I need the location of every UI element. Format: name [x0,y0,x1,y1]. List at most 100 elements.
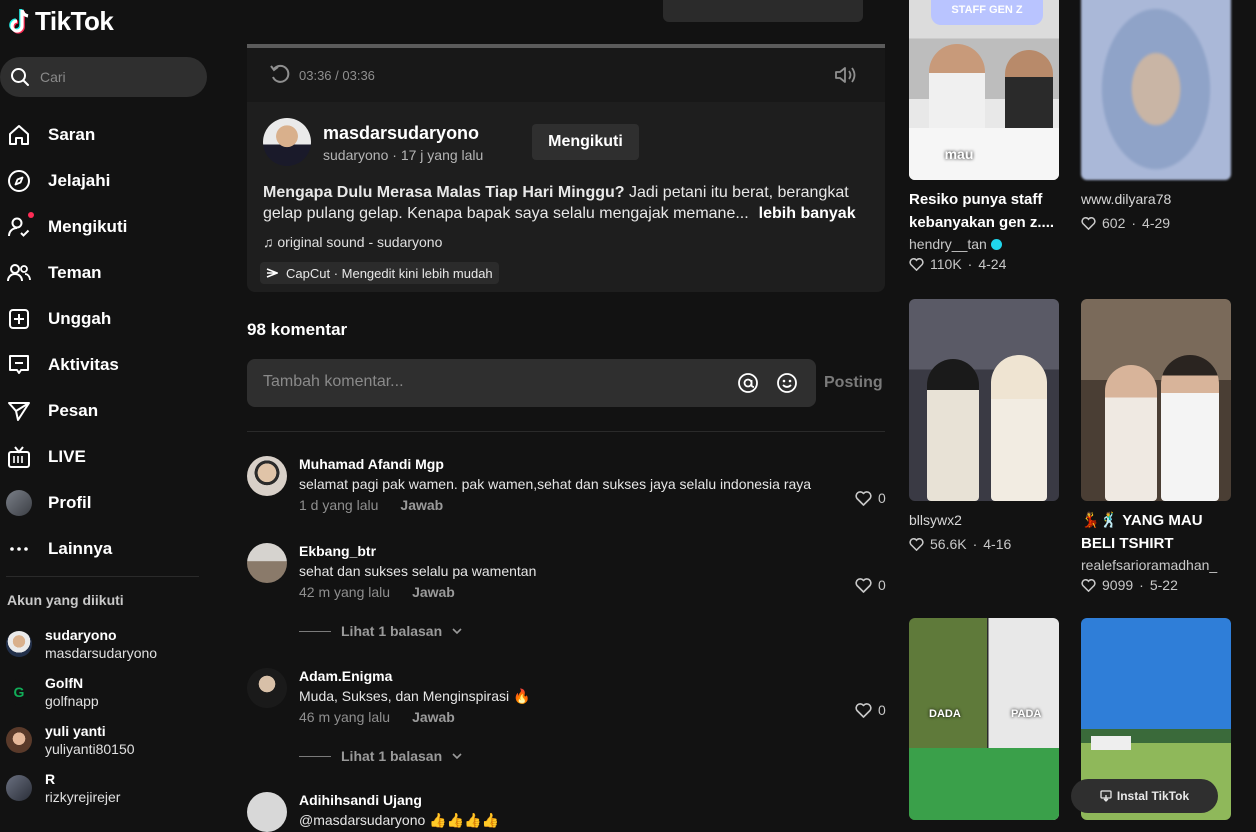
comment-like[interactable]: 0 [855,702,886,718]
thumbnail-overlay-badge: RESIKO PUNYA STAFF GEN Z [931,0,1043,25]
replay-icon[interactable] [269,63,291,85]
heart-icon [855,490,872,506]
see-more-link[interactable]: lebih banyak [759,205,856,222]
search-input[interactable] [40,69,190,85]
reply-button[interactable]: Jawab [412,584,455,600]
nav-label: LIVE [48,447,86,466]
view-replies-link[interactable]: Lihat 1 balasan [299,748,462,764]
video-card[interactable]: bllsywx2 56.6K · 4-16 [909,299,1059,552]
video-title: 💃🕺 YANG MAU BELI TSHIRT YANG... [1081,512,1203,552]
nav-item-lainnya[interactable]: Lainnya [6,526,127,572]
commenter-avatar[interactable] [247,543,287,583]
video-stats: 602 · 4-29 [1081,215,1231,231]
commenter-avatar[interactable] [247,668,287,708]
nav-item-live[interactable]: LIVE [6,434,127,480]
comment-time: 1 d yang lalu [299,497,379,513]
video-thumbnail[interactable]: DADA PADA [909,618,1059,820]
following-button[interactable]: Mengikuti [532,124,639,160]
heart-icon [1081,216,1096,230]
account-name: R [45,771,56,787]
avatar [6,490,32,516]
sound-link[interactable]: ♫ original sound - sudaryono [263,234,442,250]
like-count: 56.6K [930,536,967,552]
video-date: 4-29 [1142,215,1171,231]
nav-label: Pesan [48,401,99,420]
comment-text: selamat pagi pak wamen. pak wamen,sehat … [299,476,812,492]
avatar [6,631,32,657]
author-name: hendry__tan [909,236,987,252]
play-now-button[interactable] [663,0,863,22]
video-author[interactable]: realefsarioramadhan_ [1081,557,1231,573]
comment-input-box[interactable] [247,359,816,407]
video-title: Resiko punya staff kebanyakan gen z.... [909,191,1055,231]
comment-like[interactable]: 0 [855,490,886,506]
nav-item-pesan[interactable]: Pesan [6,388,127,434]
nav-label: Unggah [48,309,112,328]
golfn-logo-icon: G [6,679,32,705]
commenter-name[interactable]: Ekbang_btr [299,543,376,559]
comment-like[interactable]: 0 [855,577,886,593]
commenter-name[interactable]: Adam.Enigma [299,668,392,684]
author-username[interactable]: masdarsudaryono [323,123,479,144]
video-date: 4-24 [978,256,1007,272]
author-avatar[interactable] [263,118,311,166]
nav-item-mengikuti[interactable]: Mengikuti [6,204,127,250]
person-figure [927,359,979,501]
mention-icon[interactable] [737,372,759,394]
person-figure [929,44,985,134]
video-card[interactable]: RESIKO PUNYA STAFF GEN Z mau Resiko puny… [909,0,1059,272]
following-account[interactable]: sudaryono masdarsudaryono [6,620,157,668]
nav-label: Profil [48,493,92,512]
person-figure [1005,50,1053,140]
video-thumbnail[interactable]: RESIKO PUNYA STAFF GEN Z mau [909,0,1059,180]
separator: · [967,256,973,272]
video-date: 4-16 [983,536,1012,552]
description-title: Mengapa Dulu Merasa Malas Tiap Hari Ming… [263,184,625,201]
video-author[interactable]: hendry__tan [909,236,1059,252]
video-thumbnail[interactable] [1081,0,1231,180]
commenter-avatar[interactable] [247,792,287,832]
video-thumbnail[interactable] [909,299,1059,501]
search-icon [11,68,29,86]
following-account[interactable]: yuli yanti yuliyanti80150 [6,716,157,764]
emoji-icon[interactable] [776,372,798,394]
nav-item-unggah[interactable]: Unggah [6,296,127,342]
commenter-name[interactable]: Muhamad Afandi Mgp [299,456,444,472]
commenter-avatar[interactable] [247,456,287,496]
nav-item-jelajahi[interactable]: Jelajahi [6,158,127,204]
home-icon [9,125,29,145]
comment-meta: 1 d yang lalu Jawab [299,497,443,513]
nav-item-saran[interactable]: Saran [6,112,127,158]
view-replies-link[interactable]: Lihat 1 balasan [299,623,462,639]
account-handle: masdarsudaryono [45,645,158,661]
install-label: Instal TikTok [1116,789,1190,803]
like-count: 110K [930,256,962,272]
video-card[interactable]: DADA PADA [909,618,1059,820]
video-card[interactable]: www.dilyara78 602 · 4-29 [1081,0,1231,231]
heart-icon [855,702,872,718]
nav-item-profil[interactable]: Profil [6,480,127,526]
volume-icon[interactable] [834,65,858,85]
post-comment-button[interactable]: Posting [824,374,883,392]
following-account[interactable]: G GolfN golfnapp [6,668,157,716]
house-shape [1091,736,1131,750]
video-card[interactable]: 💃🕺 YANG MAU BELI TSHIRT YANG... realefsa… [1081,299,1231,593]
comment-input[interactable] [263,373,713,391]
tiktok-logo[interactable]: TikTok [7,6,114,37]
nav-item-aktivitas[interactable]: Aktivitas [6,342,127,388]
comment-meta: 42 m yang lalu Jawab [299,584,455,600]
video-thumbnail[interactable] [1081,299,1231,501]
account-handle: rizkyrejirejer [45,789,121,805]
search-bar[interactable] [0,57,207,97]
nav-label: Aktivitas [48,355,119,374]
comment-count: 98 komentar [247,320,348,339]
reply-button[interactable]: Jawab [412,709,455,725]
nav-item-teman[interactable]: Teman [6,250,127,296]
install-tiktok-button[interactable]: Instal TikTok [1071,779,1218,813]
reply-button[interactable]: Jawab [400,497,443,513]
comment-text: Muda, Sukses, dan Menginspirasi 🔥 [299,688,531,704]
capcut-anchor[interactable]: CapCut · Mengedit kini lebih mudah [260,262,499,284]
following-account[interactable]: Rrizkyrejirejer [6,764,157,812]
like-count: 0 [878,702,886,718]
commenter-name[interactable]: Adihihsandi Ujang [299,792,422,808]
